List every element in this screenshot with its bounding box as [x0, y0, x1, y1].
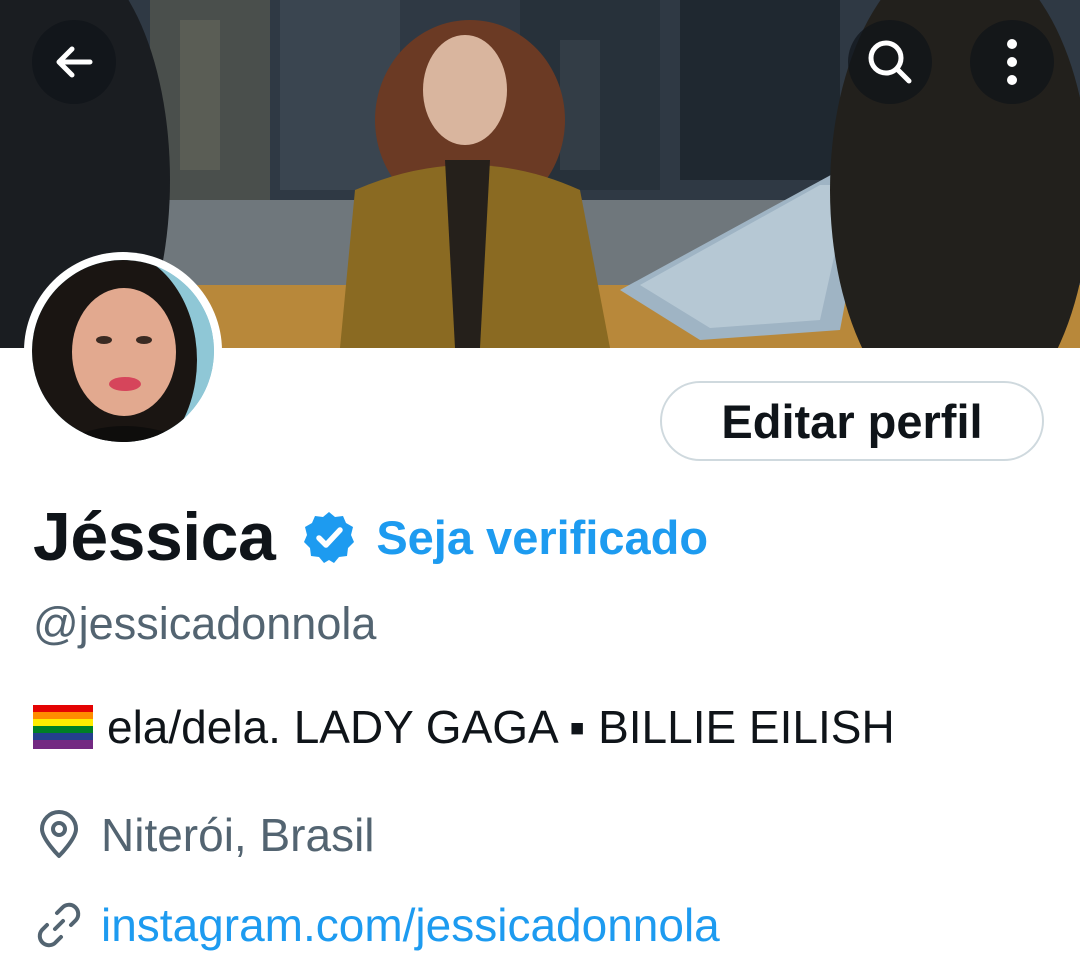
more-vertical-icon	[1007, 39, 1017, 85]
rainbow-flag-icon	[33, 705, 93, 749]
verified-badge-icon[interactable]	[301, 509, 357, 565]
search-button[interactable]	[848, 20, 932, 104]
search-icon	[868, 40, 912, 84]
bio-text: ela/dela. LADY GAGA ▪ BILLIE EILISH	[107, 701, 895, 753]
back-button[interactable]	[32, 20, 116, 104]
more-options-button[interactable]	[970, 20, 1054, 104]
link-icon	[37, 902, 81, 948]
avatar[interactable]	[24, 252, 222, 450]
location-row: Niterói, Brasil	[33, 808, 375, 862]
avatar-image	[32, 260, 214, 442]
display-name: Jéssica	[33, 499, 276, 575]
name-row: Jéssica Seja verificado	[33, 494, 708, 580]
location-text: Niterói, Brasil	[101, 809, 375, 861]
edit-profile-button[interactable]: Editar perfil	[660, 381, 1044, 461]
website-link[interactable]: instagram.com/jessicadonnola	[101, 898, 720, 952]
bio: ela/dela. LADY GAGA ▪ BILLIE EILISH	[33, 700, 895, 754]
arrow-left-icon	[56, 46, 93, 78]
website-row: instagram.com/jessicadonnola	[33, 898, 720, 952]
get-verified-link[interactable]: Seja verificado	[376, 510, 708, 565]
user-handle: @jessicadonnola	[33, 598, 377, 649]
edit-profile-label: Editar perfil	[721, 394, 983, 448]
location-pin-icon	[40, 810, 78, 858]
